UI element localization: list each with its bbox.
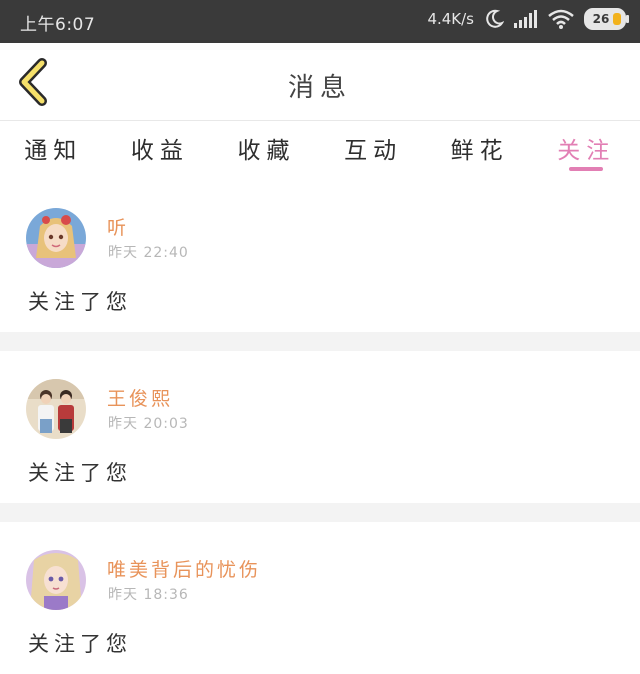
tab-bar: 通知 收益 收藏 互动 鲜花 关注 — [0, 121, 640, 179]
status-time: 上午6:07 — [20, 15, 96, 35]
header: 消息 — [0, 43, 640, 121]
message-time: 昨天 18:36 — [108, 587, 189, 603]
signal-icon — [514, 10, 537, 28]
tab-flowers[interactable]: 鲜花 — [426, 121, 533, 179]
list-item[interactable]: 唯美背后的忧伤 昨天 18:36 关注了您 — [0, 522, 640, 674]
tab-interactions[interactable]: 互动 — [320, 121, 427, 179]
avatar[interactable] — [26, 379, 86, 439]
status-bar: 上午6:07 4.4K/s 26 — [0, 0, 640, 43]
tab-favorites[interactable]: 收藏 — [213, 121, 320, 179]
message-text: 关注了您 — [28, 632, 132, 656]
page-title: 消息 — [287, 73, 352, 103]
avatar[interactable] — [26, 208, 86, 268]
avatar[interactable] — [26, 550, 86, 610]
user-name[interactable]: 王俊熙 — [107, 384, 173, 411]
message-time: 昨天 20:03 — [108, 416, 189, 432]
tab-earnings[interactable]: 收益 — [107, 121, 214, 179]
user-name[interactable]: 听 — [107, 213, 129, 240]
moon-icon — [486, 9, 504, 28]
message-text: 关注了您 — [28, 290, 132, 314]
message-text: 关注了您 — [28, 461, 132, 485]
tab-notifications[interactable]: 通知 — [0, 121, 107, 179]
wifi-icon — [548, 9, 574, 29]
user-name[interactable]: 唯美背后的忧伤 — [107, 555, 261, 582]
list-item[interactable]: 听 昨天 22:40 关注了您 — [0, 180, 640, 351]
network-speed: 4.4K/s — [427, 10, 474, 28]
message-time: 昨天 22:40 — [108, 245, 189, 261]
battery-icon: 26 — [584, 8, 629, 30]
tab-follows[interactable]: 关注 — [533, 121, 640, 179]
list-item[interactable]: 王俊熙 昨天 20:03 关注了您 — [0, 351, 640, 522]
message-list: 听 昨天 22:40 关注了您 王俊熙 昨天 20:03 关注了您 唯美背后的忧… — [0, 180, 640, 674]
status-icons: 4.4K/s 26 — [427, 8, 629, 30]
battery-level: 26 — [592, 12, 610, 26]
